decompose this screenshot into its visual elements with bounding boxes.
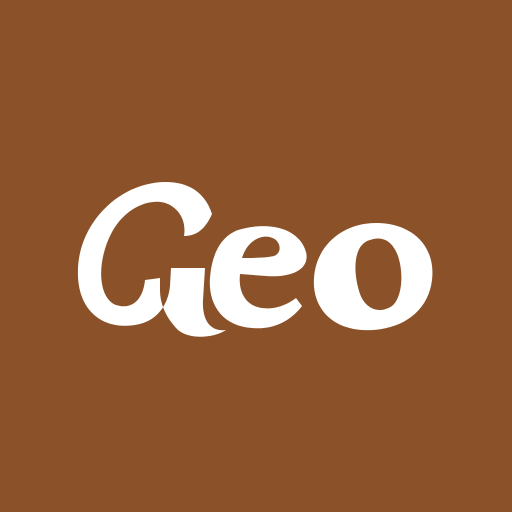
background <box>0 0 512 512</box>
geo-logo <box>0 0 512 512</box>
app-icon <box>0 0 512 512</box>
geo-logo-svg <box>0 0 512 512</box>
